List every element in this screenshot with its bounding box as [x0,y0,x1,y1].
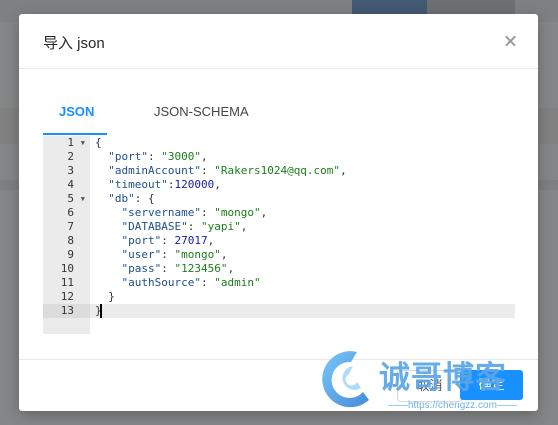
line-number: 13 [60,304,74,317]
fold-arrow-icon[interactable]: ▼ [81,192,85,206]
code-line: "port": 27017, [121,234,215,247]
line-number: 5 [67,192,74,205]
line-number: 7 [67,220,74,233]
line-number: 12 [60,290,74,303]
line-number: 2 [67,150,74,163]
code-line: "db": { [108,192,155,205]
line-number: 1 [67,136,74,149]
line-number: 10 [60,262,74,275]
code-line: "timeout":120000, [108,178,221,191]
tab-json[interactable]: JSON [59,104,94,119]
line-number: 4 [67,178,74,191]
line-number: 8 [67,234,74,247]
code-line: "adminAccount": "Rakers1024@qq.com", [108,164,347,177]
line-number: 11 [60,276,74,289]
close-icon[interactable] [500,30,522,52]
code-line: "pass": "123456", [121,262,235,275]
line-number: 6 [67,206,74,219]
tab-bar: JSON JSON-SCHEMA [43,104,515,136]
text-cursor [100,304,102,318]
import-json-modal: 导入 json JSON JSON-SCHEMA 1 ▼ 2 3 4 5 ▼ 6 7 8 9 10 11… [19,14,538,411]
code-line: "authSource": "admin" [121,276,261,289]
modal-header: 导入 json [19,14,538,69]
code-line: } [95,290,115,303]
tab-json-schema[interactable]: JSON-SCHEMA [154,104,249,119]
active-tab-indicator [43,133,107,135]
code-line: "servername": "mongo", [121,206,268,219]
line-number: 3 [67,164,74,177]
fold-arrow-icon[interactable]: ▼ [81,136,85,150]
code-line: "DATABASE": "yapi", [121,220,248,233]
cancel-button[interactable]: 取消 [397,370,462,402]
code-line: { [95,136,102,149]
code-area[interactable]: { "port": "3000", "adminAccount": "Raker… [95,136,515,334]
ok-button[interactable]: 确定 [460,370,523,400]
modal-title: 导入 json [43,35,105,52]
json-code-editor[interactable]: 1 ▼ 2 3 4 5 ▼ 6 7 8 9 10 11 12 13 { "port": "3000", "a… [43,136,515,334]
line-number: 9 [67,248,74,261]
code-line: "port": "3000", [108,150,208,163]
line-numbers: 1 ▼ 2 3 4 5 ▼ 6 7 8 9 10 11 12 13 [43,136,90,334]
code-line: "user": "mongo", [121,248,228,261]
modal-footer: 取消 确定 [19,359,538,412]
